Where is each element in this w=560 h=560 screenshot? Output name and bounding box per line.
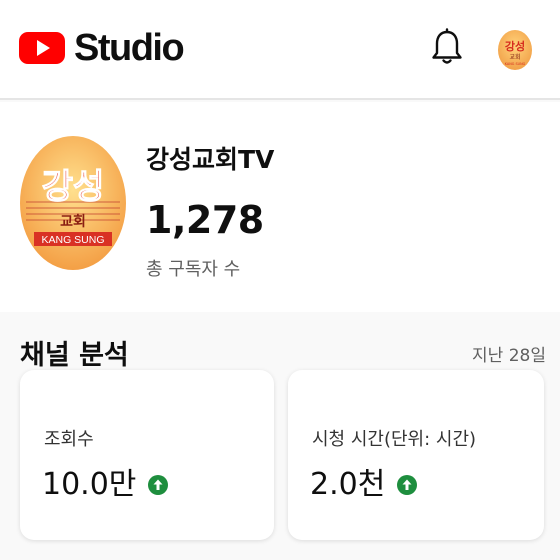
studio-logo[interactable]: Studio [18,27,185,69]
top-app-bar: Studio 강성 교회 KANG SUNG [0,0,560,100]
channel-logo-image: 강성 교회 KANG SUNG [498,30,532,70]
subscriber-label: 총 구독자 수 [146,259,241,280]
views-value: 10.0만 [42,467,137,502]
watch-time-label: 시청 시간(단위: 시간) [312,429,477,450]
account-avatar[interactable]: 강성 교회 KANG SUNG [498,30,532,70]
views-card[interactable]: 조회수 10.0만 [20,370,274,540]
channel-logo-image: 강성 교회 KANG SUNG [20,136,126,270]
arrow-up-circle-icon [148,475,169,495]
studio-app: Studio 강성 교회 KANG SUNG 강성 교회 KANG SUNG 강… [0,0,560,560]
analytics-period: 지난 28일 [472,346,546,366]
avatar-small-subtext: 교회 [509,53,520,61]
bell-icon[interactable] [430,28,464,68]
arrow-up-circle-icon [397,475,418,495]
avatar-text-sub: 교회 [60,214,86,230]
avatar-small-text: 강성 [505,39,525,53]
analytics-title: 채널 분석 [20,340,129,371]
watch-time-value-row: 2.0천 [310,466,418,504]
watch-time-card[interactable]: 시청 시간(단위: 시간) 2.0천 [288,370,544,540]
views-label: 조회수 [44,429,94,450]
youtube-play-icon [19,32,65,64]
avatar-small-english: KANG SUNG [505,62,526,66]
channel-avatar[interactable]: 강성 교회 KANG SUNG [20,136,126,270]
channel-summary: 강성 교회 KANG SUNG 강성교회TV 1,278 총 구독자 수 [0,102,560,312]
channel-name: 강성교회TV [146,145,275,174]
watch-time-value: 2.0천 [310,467,386,502]
studio-logo-text: Studio [74,27,185,69]
views-value-row: 10.0만 [42,466,169,504]
avatar-text-english: KANG SUNG [41,234,104,246]
avatar-text-main: 강성 [42,167,105,207]
subscriber-count: 1,278 [146,198,264,242]
